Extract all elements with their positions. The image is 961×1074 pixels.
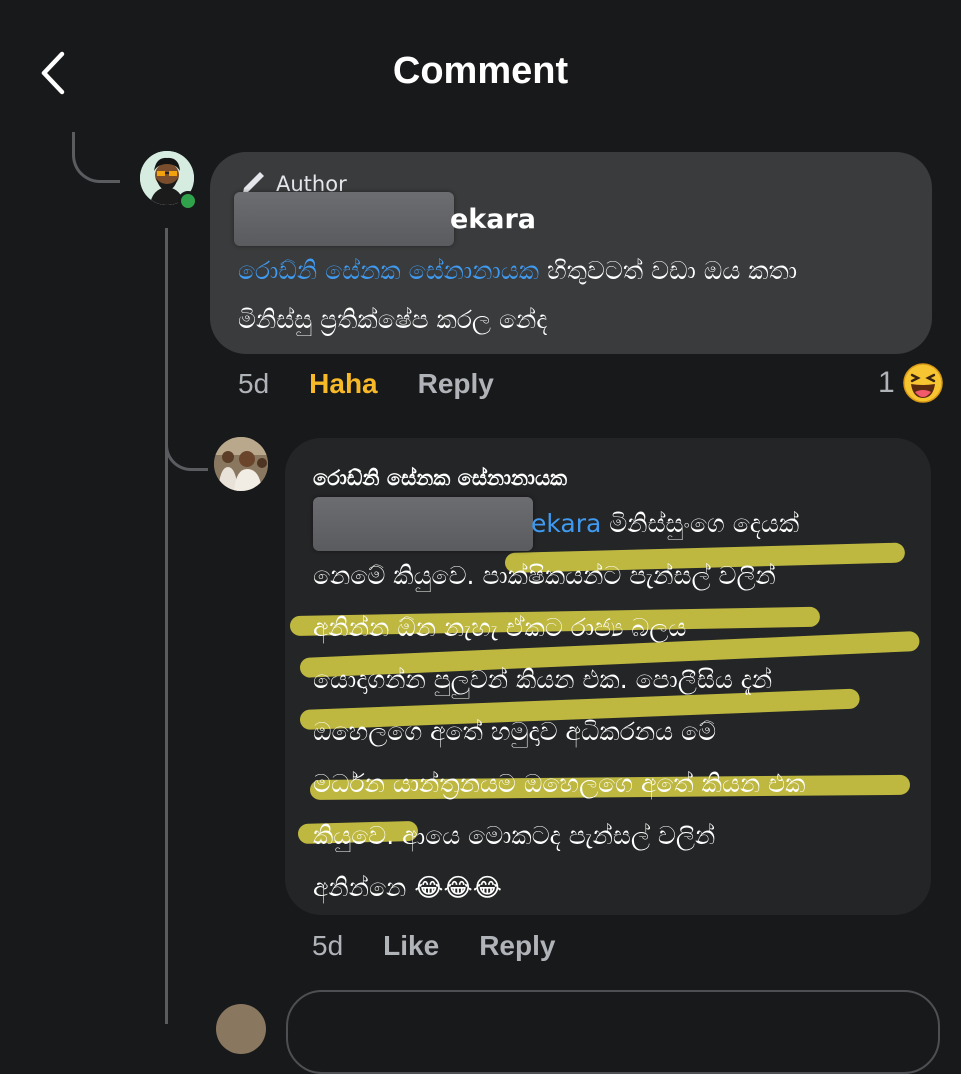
reply-button[interactable]: Reply — [418, 368, 494, 400]
reply-text-line: නෙමේ කියුවෙ. පාක්ෂිකයන්ට පැන්සල් වලින් — [313, 561, 776, 590]
commenter-name[interactable]: රොඩ්නි සේනක සේනානායක — [313, 466, 567, 491]
avatar-photo — [214, 437, 268, 491]
haha-reaction-button[interactable]: Haha — [309, 368, 377, 400]
redacted-name-block — [234, 192, 454, 246]
commenter-name[interactable]: ekara — [450, 204, 536, 235]
like-button[interactable]: Like — [383, 930, 439, 962]
online-status-dot — [178, 191, 198, 211]
reply-text-line: කියුවෙ. ආයෙ මොකටද පැන්සල් වලින් — [313, 821, 716, 850]
reply-text-line: යොදාගන්න පුලුවන් කියන එක. පොලීසිය දැන් — [313, 665, 773, 694]
thread-vertical-line — [165, 228, 168, 1024]
reply-text-line: අනින්නෙ — [313, 873, 407, 902]
reply-text: ekara මිනිස්සුංගෙ දෙයක් නෙමේ කියුවෙ. පාක… — [313, 498, 923, 914]
comment-text-line: හිතුවටත් වඩා ඔය කතා — [539, 256, 798, 285]
avatar[interactable] — [216, 1004, 266, 1054]
reply-actions: 5d Like Reply — [312, 930, 595, 962]
top-bar: Comment — [0, 0, 961, 140]
thread-connector-reply — [165, 420, 208, 471]
comment-bubble-author[interactable]: Author ekara රොඩ්නි සේනක සේනානායක හිතුවට… — [210, 152, 932, 354]
timestamp: 5d — [238, 368, 270, 399]
reply-text-line: ඔහෙලගෙ අතේ හමුදාව අධිකරනය මේ — [313, 717, 717, 746]
mention-link[interactable]: රොඩ්නි සේනක සේනානායක — [238, 256, 539, 285]
laughing-emoji: 😂 — [472, 873, 502, 902]
haha-emoji-icon[interactable] — [902, 362, 944, 408]
comment-actions: 5d Haha Reply — [238, 368, 534, 400]
timestamp: 5d — [312, 930, 344, 961]
page-title: Comment — [392, 50, 569, 92]
comment-text: රොඩ්නි සේනක සේනානායක හිතුවටත් වඩා ඔය කතා… — [238, 246, 918, 344]
laughing-emoji: 😂 — [443, 873, 473, 902]
reply-text-line: මිනිස්සුංගෙ දෙයක් — [601, 509, 800, 538]
reply-text-line: අනින්න ඕන නැහැ ඒකට රාජ්‍ය බලය — [313, 613, 687, 642]
avatar[interactable] — [214, 437, 268, 491]
reaction-count[interactable]: 1 — [878, 366, 895, 400]
reply-text-line: මර්ධන යාන්ත්‍රනයම ඔහෙලගෙ අතේ කියන එක — [313, 769, 806, 798]
comment-text-line: මිනිස්සු ප්‍රතික්ෂේප කරල නේද — [238, 305, 548, 334]
next-reply-bubble[interactable] — [286, 990, 940, 1074]
mention-link[interactable]: ekara — [531, 509, 601, 538]
reply-button[interactable]: Reply — [479, 930, 555, 962]
laughing-emoji: 😂 — [414, 873, 444, 902]
thread-connector-top — [72, 132, 120, 183]
